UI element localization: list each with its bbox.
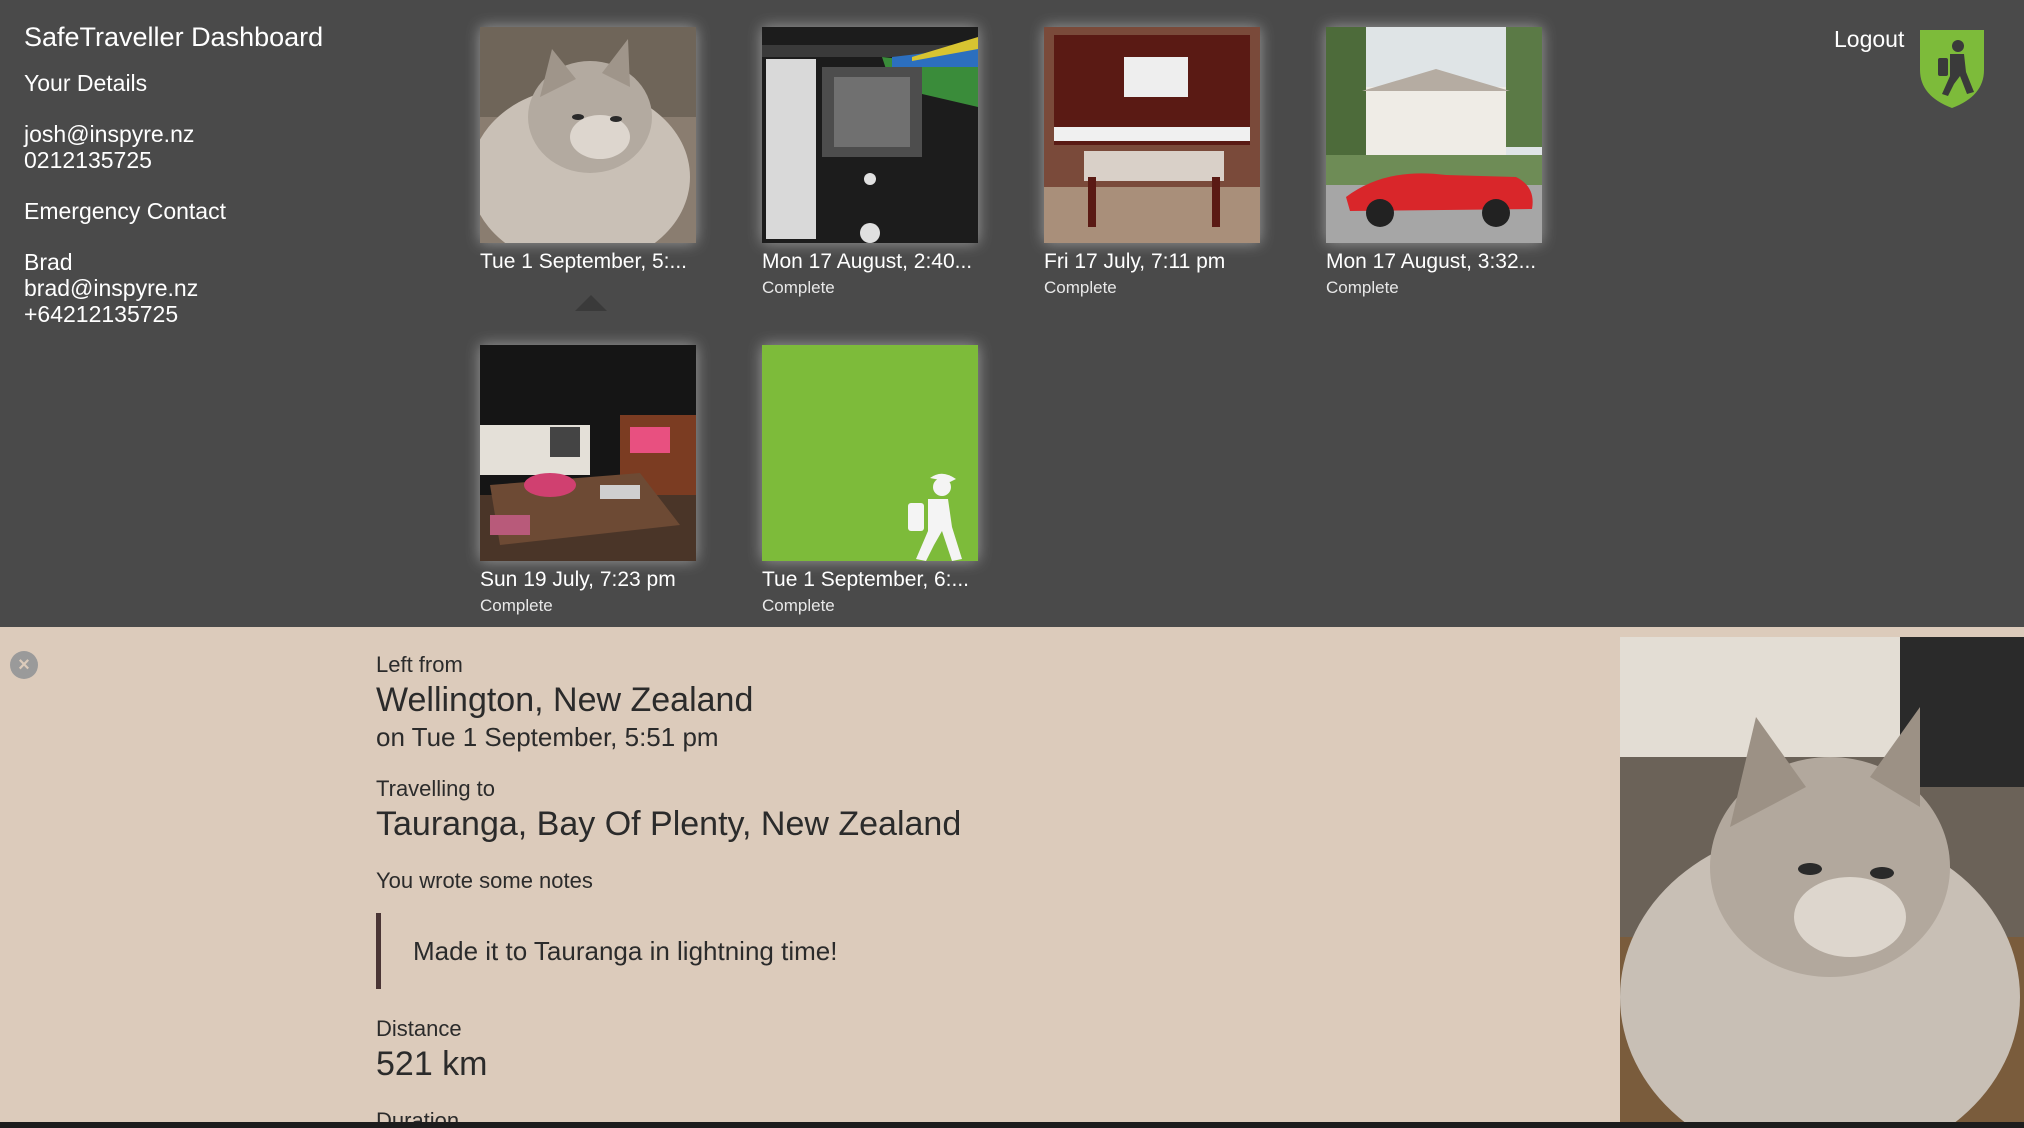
trip-thumbnail-placeholder[interactable] [762,345,978,561]
left-from-label: Left from [376,652,463,677]
emergency-contact-link[interactable]: Emergency Contact [24,198,444,224]
left-from-location: Wellington, New Zealand [376,681,754,719]
trip-thumbnail-red-car[interactable] [1326,27,1542,243]
trip-info: Left from Wellington, New Zealand on Tue… [376,651,1576,1122]
trip-thumbnail-piano[interactable] [1044,27,1260,243]
trip-status: Complete [1044,278,1117,297]
travelling-to-label: Travelling to [376,776,496,801]
trip-date: Sun 19 July, 7:23 pm [480,568,676,591]
trip-status: Complete [480,596,553,615]
your-details-link[interactable]: Your Details [24,70,444,96]
user-phone: 0212135725 [24,147,152,173]
left-on-time: on Tue 1 September, 5:51 pm [376,722,719,752]
walking-traveller-icon [762,345,978,561]
user-details: josh@inspyre.nz 0212135725 [24,121,444,173]
contact-phone: +64212135725 [24,301,179,327]
trip-date: Mon 17 August, 2:40... [762,250,973,273]
notes-quote: Made it to Tauranga in lightning time! [376,913,1576,989]
distance-value: 521 km [376,1045,488,1083]
trip-thumbnail-cat[interactable] [480,27,696,243]
dashboard-top: SafeTraveller Dashboard Your Details jos… [0,0,2024,627]
trip-status: Complete [1326,278,1399,297]
trip-thumbnail-living-room[interactable] [480,345,696,561]
sidebar: SafeTraveller Dashboard Your Details jos… [24,20,444,352]
trip-card[interactable]: Fri 17 July, 7:11 pm Complete [1044,27,1260,298]
trip-date: Tue 1 September, 5:... [480,250,688,273]
contact-name: Brad [24,249,73,275]
trip-card[interactable]: Mon 17 August, 2:40... Complete [762,27,978,298]
selected-caret-icon [575,295,607,311]
trip-photo-cat [1620,637,2024,1122]
travelling-to-location: Tauranga, Bay Of Plenty, New Zealand [376,805,962,843]
page-title: SafeTraveller Dashboard [24,22,324,52]
contact-email: brad@inspyre.nz [24,275,199,301]
left-from-section: Left from Wellington, New Zealand on Tue… [376,651,1576,753]
trip-status: Complete [762,596,835,615]
trip-status: Complete [762,278,835,297]
notes-label: You wrote some notes [376,868,593,893]
trip-date: Mon 17 August, 3:32... [1326,250,1537,273]
user-email: josh@inspyre.nz [24,121,195,147]
trip-thumbnail-phone-screen[interactable] [762,27,978,243]
trip-date: Tue 1 September, 6:... [762,568,970,591]
distance-section: Distance 521 km [376,1015,1576,1085]
logout-button[interactable]: Logout [1834,26,1904,53]
emergency-contact-details: Brad brad@inspyre.nz +64212135725 [24,249,444,327]
walking-traveller-shield-icon[interactable] [1916,26,1988,110]
trip-card[interactable]: Mon 17 August, 3:32... Complete [1326,27,1542,298]
distance-label: Distance [376,1016,462,1041]
travelling-to-section: Travelling to Tauranga, Bay Of Plenty, N… [376,775,1576,845]
duration-label: Duration [376,1108,460,1122]
close-icon[interactable]: × [10,651,38,679]
bottom-bar [0,1122,2024,1128]
trip-date: Fri 17 July, 7:11 pm [1044,250,1226,273]
trip-detail-panel: × Left from Wellington, New Zealand on T… [0,627,2024,1122]
trip-card[interactable]: Sun 19 July, 7:23 pm Complete [480,345,696,616]
trip-card[interactable]: Tue 1 September, 6:... Complete [762,345,978,616]
trip-card[interactable]: Tue 1 September, 5:... [480,27,696,311]
